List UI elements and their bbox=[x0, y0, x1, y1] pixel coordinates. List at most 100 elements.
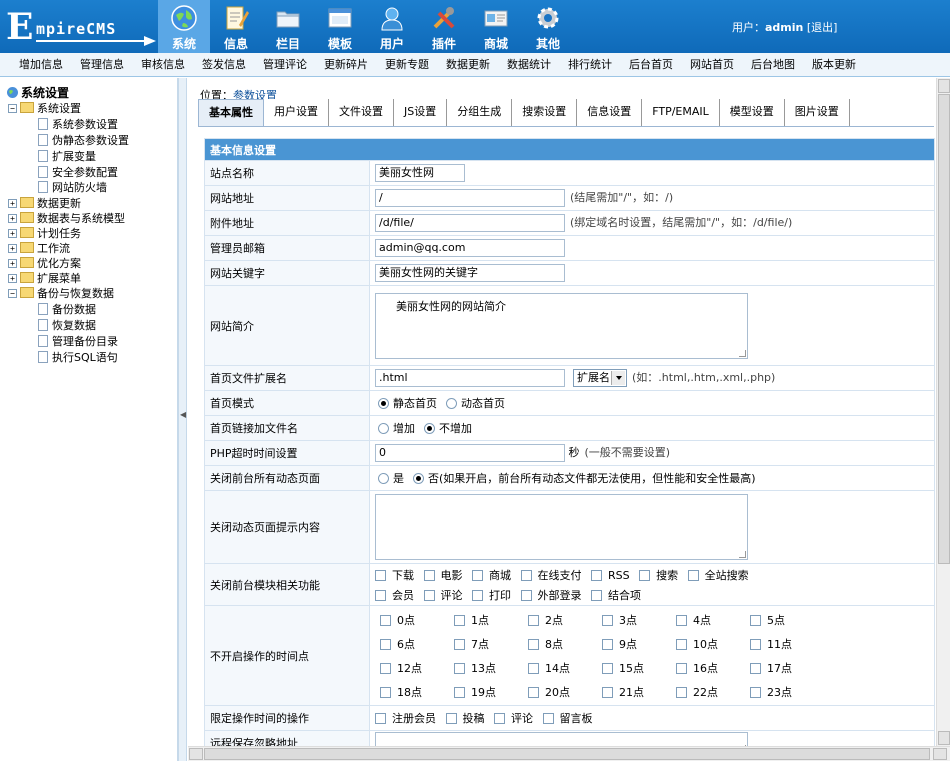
tree-item-restore-data[interactable]: 恢复数据 bbox=[38, 318, 96, 334]
chk-movie[interactable]: 电影 bbox=[423, 567, 469, 583]
nav-column[interactable]: 栏目 bbox=[262, 0, 314, 53]
tree-group-workflow[interactable]: + 工作流 bbox=[0, 241, 70, 257]
radio-static-index[interactable] bbox=[378, 398, 389, 409]
chk-hour[interactable]: 5点 bbox=[750, 612, 824, 628]
chk-hour[interactable]: 8点 bbox=[528, 636, 602, 652]
ext-select[interactable]: 扩展名 bbox=[573, 369, 627, 387]
collapse-icon[interactable]: − bbox=[8, 289, 17, 298]
chk-hour[interactable]: 14点 bbox=[528, 660, 602, 676]
tab-group-gen[interactable]: 分组生成 bbox=[447, 99, 513, 126]
chk-hour[interactable]: 6点 bbox=[380, 636, 454, 652]
attach-url-input[interactable]: /d/file/ bbox=[375, 214, 565, 232]
scroll-left-button[interactable] bbox=[189, 748, 203, 760]
intro-textarea[interactable]: 美丽女性网的网站简介 bbox=[375, 292, 748, 359]
expand-icon[interactable]: + bbox=[8, 274, 17, 283]
tab-user[interactable]: 用户设置 bbox=[264, 99, 329, 126]
index-ext-input[interactable]: .html bbox=[375, 369, 565, 387]
expand-icon[interactable]: + bbox=[8, 199, 17, 208]
quick-ranking-stats[interactable]: 排行统计 bbox=[559, 53, 620, 77]
quick-review-info[interactable]: 审核信息 bbox=[132, 53, 193, 77]
tree-item-security-params[interactable]: 安全参数配置 bbox=[38, 165, 118, 181]
chk-hour[interactable]: 22点 bbox=[676, 684, 750, 700]
nav-system[interactable]: 系统 bbox=[158, 0, 210, 53]
tree-group-ext-menu[interactable]: + 扩展菜单 bbox=[0, 271, 81, 287]
quick-admin-home[interactable]: 后台首页 bbox=[620, 53, 681, 77]
quick-admin-map[interactable]: 后台地图 bbox=[742, 53, 803, 77]
horizontal-scrollbar[interactable] bbox=[188, 746, 950, 761]
nav-plugin[interactable]: 插件 bbox=[418, 0, 470, 53]
remote-ignore-textarea[interactable] bbox=[375, 732, 748, 746]
scroll-right-button[interactable] bbox=[933, 748, 947, 760]
nav-user[interactable]: 用户 bbox=[366, 0, 418, 53]
radio-no-filename[interactable] bbox=[424, 423, 435, 434]
empirecms-logo[interactable]: E mpireCMS bbox=[6, 9, 156, 46]
scroll-h-thumb[interactable] bbox=[204, 748, 930, 760]
chk-limit-comment[interactable]: 评论 bbox=[494, 710, 539, 726]
collapse-icon[interactable]: − bbox=[8, 104, 17, 113]
tree-item-manage-backup-dir[interactable]: 管理备份目录 bbox=[38, 334, 118, 350]
sidebar-toggle[interactable]: ◀ bbox=[178, 78, 187, 761]
nav-info[interactable]: 信息 bbox=[210, 0, 262, 53]
chk-hour[interactable]: 17点 bbox=[750, 660, 824, 676]
chk-hour[interactable]: 18点 bbox=[380, 684, 454, 700]
chk-hour[interactable]: 15点 bbox=[602, 660, 676, 676]
chk-member[interactable]: 会员 bbox=[375, 587, 420, 603]
chk-print[interactable]: 打印 bbox=[472, 587, 517, 603]
tree-group-data-update[interactable]: + 数据更新 bbox=[0, 196, 81, 212]
radio-add-filename[interactable] bbox=[378, 423, 389, 434]
tree-group-optimization[interactable]: + 优化方案 bbox=[0, 256, 81, 272]
site-name-input[interactable]: 美丽女性网 bbox=[375, 164, 465, 182]
nav-shop[interactable]: 商城 bbox=[470, 0, 522, 53]
quick-add-info[interactable]: 增加信息 bbox=[10, 53, 71, 77]
chk-guestbook[interactable]: 留言板 bbox=[542, 710, 599, 726]
chk-rss[interactable]: RSS bbox=[591, 569, 636, 582]
expand-icon[interactable]: + bbox=[8, 259, 17, 268]
quick-manage-info[interactable]: 管理信息 bbox=[71, 53, 132, 77]
chk-hour[interactable]: 16点 bbox=[676, 660, 750, 676]
tab-image[interactable]: 图片设置 bbox=[784, 99, 850, 126]
nav-template[interactable]: 模板 bbox=[314, 0, 366, 53]
site-url-input[interactable]: / bbox=[375, 189, 565, 207]
chk-hour[interactable]: 1点 bbox=[454, 612, 528, 628]
quick-version-update[interactable]: 版本更新 bbox=[803, 53, 864, 77]
tree-item-system-params[interactable]: 系统参数设置 bbox=[38, 117, 118, 133]
chk-hour[interactable]: 23点 bbox=[750, 684, 824, 700]
chk-hour[interactable]: 10点 bbox=[676, 636, 750, 652]
quick-data-stats[interactable]: 数据统计 bbox=[498, 53, 559, 77]
scroll-down-button[interactable] bbox=[938, 731, 950, 745]
scroll-thumb[interactable] bbox=[938, 94, 950, 564]
chk-comment[interactable]: 评论 bbox=[423, 587, 469, 603]
chk-hour[interactable]: 4点 bbox=[676, 612, 750, 628]
radio-dynamic-index[interactable] bbox=[446, 398, 457, 409]
expand-icon[interactable]: + bbox=[8, 214, 17, 223]
tree-group-scheduled-tasks[interactable]: + 计划任务 bbox=[0, 226, 81, 242]
logout-link[interactable]: [退出] bbox=[807, 21, 838, 34]
tree-item-rewrite-params[interactable]: 伪静态参数设置 bbox=[38, 133, 129, 149]
chk-payment[interactable]: 在线支付 bbox=[520, 567, 588, 583]
tab-file[interactable]: 文件设置 bbox=[329, 99, 394, 126]
chk-shop[interactable]: 商城 bbox=[472, 567, 517, 583]
expand-icon[interactable]: + bbox=[8, 244, 17, 253]
quick-site-home[interactable]: 网站首页 bbox=[681, 53, 742, 77]
tab-search[interactable]: 搜索设置 bbox=[512, 99, 578, 126]
tree-item-ext-vars[interactable]: 扩展变量 bbox=[38, 149, 96, 165]
chk-hour[interactable]: 2点 bbox=[528, 612, 602, 628]
chk-hour[interactable]: 7点 bbox=[454, 636, 528, 652]
tab-js[interactable]: JS设置 bbox=[394, 99, 448, 126]
admin-email-input[interactable]: admin@qq.com bbox=[375, 239, 565, 257]
tree-group-tables-models[interactable]: + 数据表与系统模型 bbox=[0, 211, 125, 227]
chk-hour[interactable]: 19点 bbox=[454, 684, 528, 700]
chk-register-member[interactable]: 注册会员 bbox=[375, 710, 442, 726]
chk-download[interactable]: 下载 bbox=[375, 567, 420, 583]
tab-basic[interactable]: 基本属性 bbox=[198, 99, 264, 126]
chk-fulltext-search[interactable]: 全站搜索 bbox=[687, 567, 755, 583]
chk-hour[interactable]: 9点 bbox=[602, 636, 676, 652]
tree-item-firewall[interactable]: 网站防火墙 bbox=[38, 180, 107, 196]
chk-hour[interactable]: 13点 bbox=[454, 660, 528, 676]
chk-hour[interactable]: 21点 bbox=[602, 684, 676, 700]
chk-combined[interactable]: 结合项 bbox=[591, 587, 647, 603]
quick-update-fragments[interactable]: 更新碎片 bbox=[315, 53, 376, 77]
radio-close-no[interactable] bbox=[413, 473, 424, 484]
keywords-input[interactable]: 美丽女性网的关键字 bbox=[375, 264, 565, 282]
tree-group-backup[interactable]: − 备份与恢复数据 bbox=[0, 286, 114, 302]
